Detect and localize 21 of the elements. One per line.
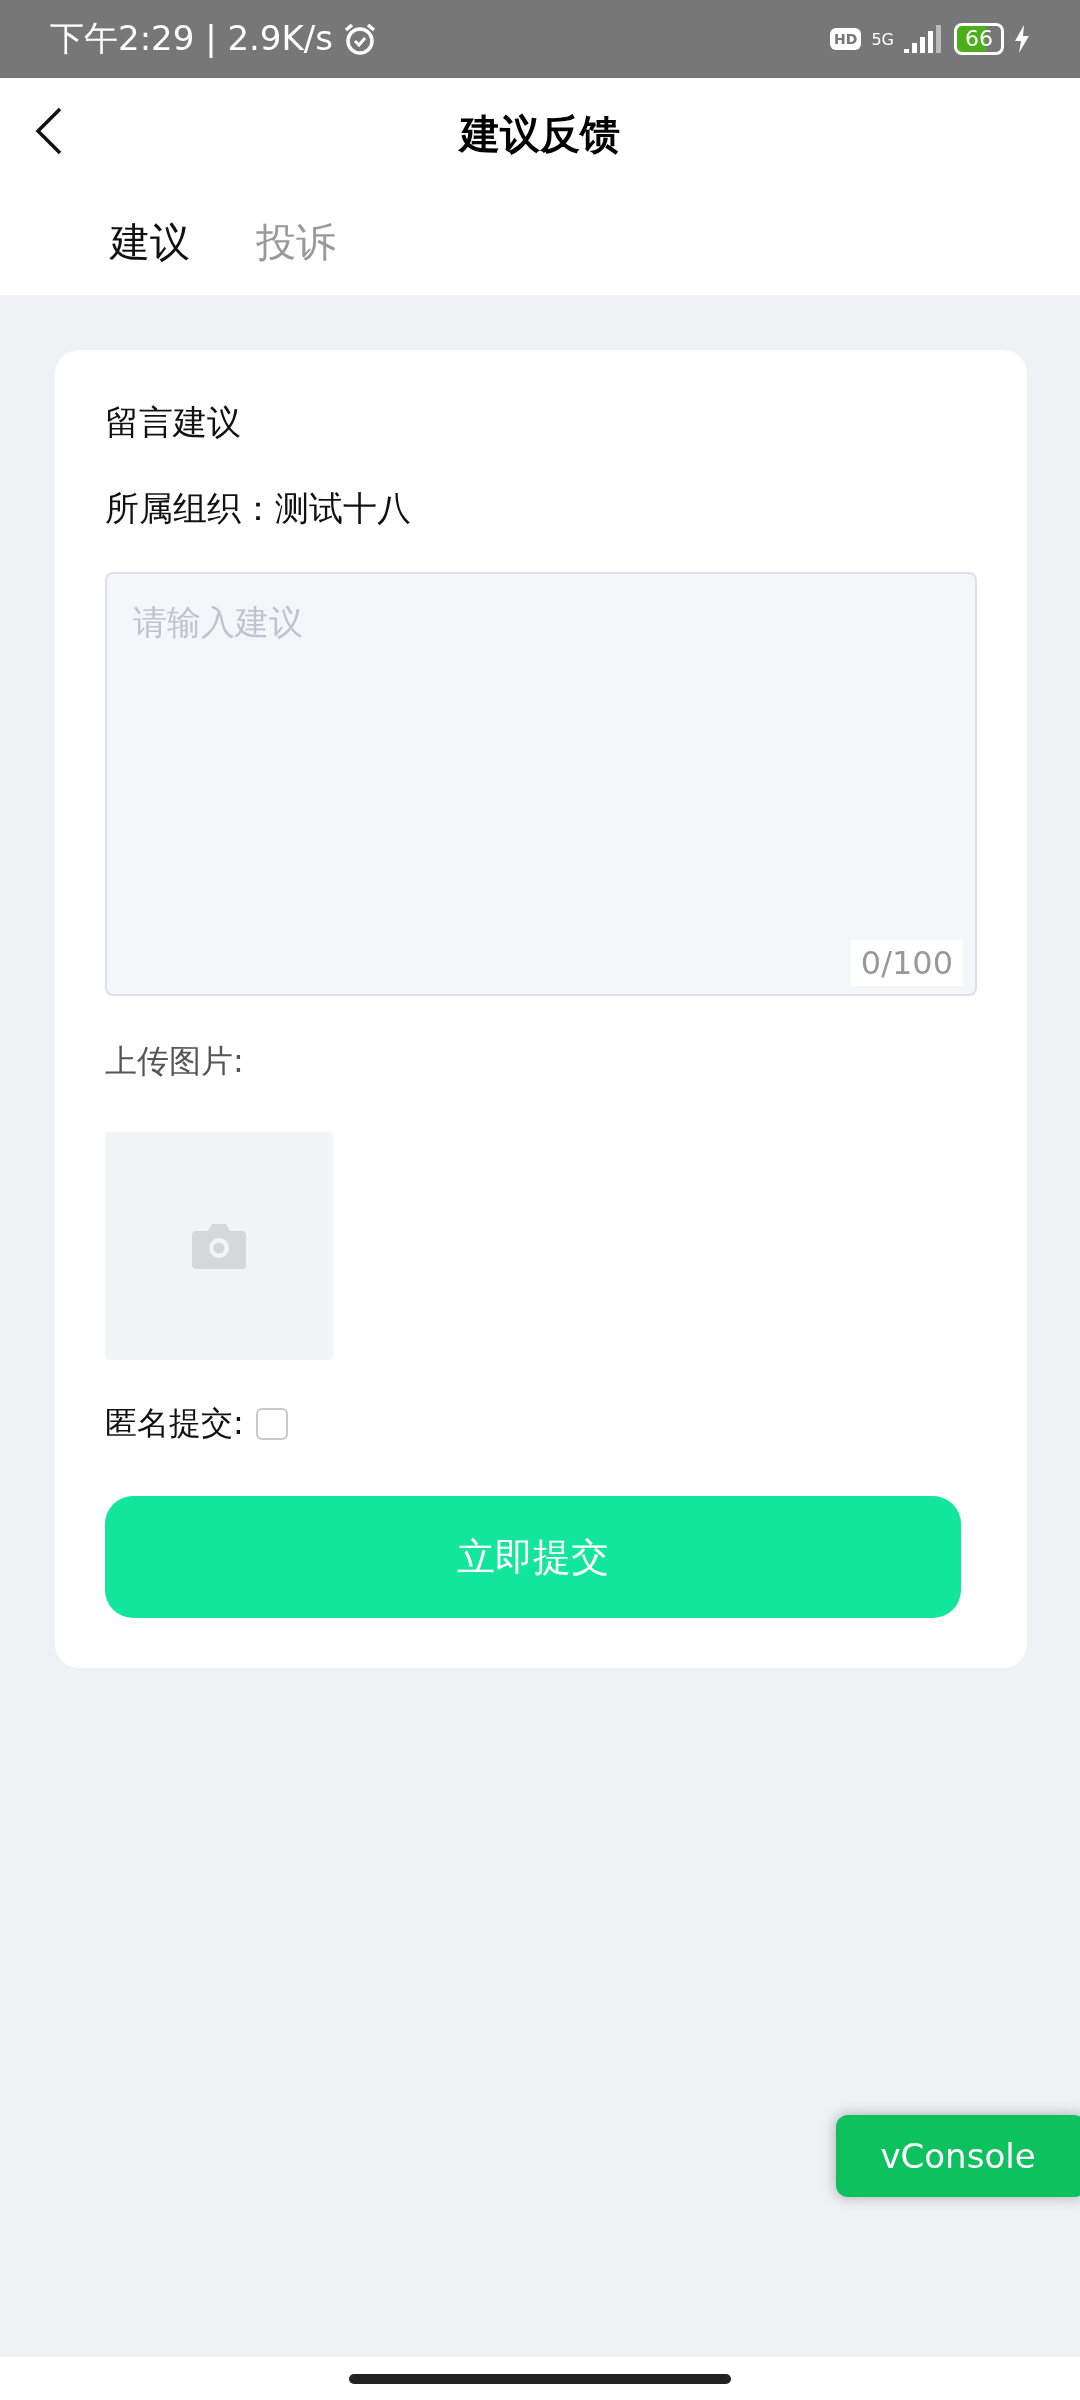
network-type: 5G bbox=[871, 29, 894, 49]
submit-button[interactable]: 立即提交 bbox=[105, 1496, 961, 1618]
status-time: 下午2:29 | 2.9K/s bbox=[50, 17, 333, 60]
upload-label: 上传图片: bbox=[105, 1041, 245, 1082]
back-icon[interactable] bbox=[34, 106, 64, 156]
camera-icon bbox=[192, 1223, 246, 1269]
page-title: 建议反馈 bbox=[460, 109, 620, 159]
alarm-icon bbox=[342, 22, 377, 56]
anonymous-checkbox[interactable] bbox=[255, 1408, 288, 1440]
upload-image-button[interactable] bbox=[105, 1132, 333, 1360]
tab[interactable]: 建议 bbox=[110, 215, 190, 270]
signal-icon bbox=[904, 25, 944, 53]
hd-indicator: HD bbox=[830, 28, 862, 50]
anonymous-label: 匿名提交: bbox=[105, 1403, 244, 1444]
character-counter: 0/100 bbox=[850, 940, 963, 986]
section-heading: 留言建议 bbox=[105, 401, 242, 444]
tab[interactable]: 投诉 bbox=[256, 215, 336, 270]
battery-indicator: 66 bbox=[954, 23, 1004, 55]
organization-label: 所属组织：测试十八 bbox=[105, 487, 412, 530]
vconsole-button[interactable]: vConsole bbox=[836, 2115, 1080, 2197]
charging-icon bbox=[1014, 25, 1030, 53]
